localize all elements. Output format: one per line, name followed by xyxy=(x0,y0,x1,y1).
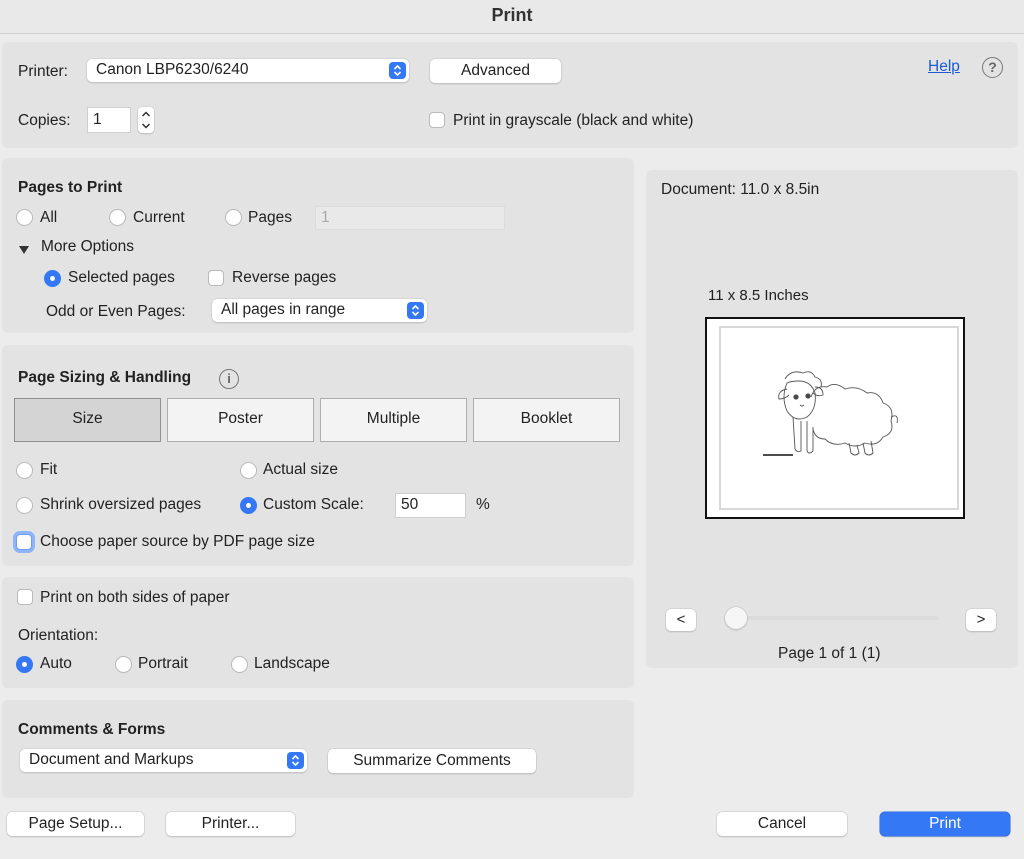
chevron-updown-icon xyxy=(389,62,406,79)
help-icon[interactable]: ? xyxy=(982,57,1003,78)
odd-even-label: Odd or Even Pages: xyxy=(46,303,186,320)
page-slider-track[interactable] xyxy=(727,616,939,620)
chevron-updown-icon xyxy=(287,752,304,769)
summarize-comments-button[interactable]: Summarize Comments xyxy=(328,749,536,773)
tab-poster[interactable]: Poster xyxy=(167,398,314,442)
radio-fit[interactable] xyxy=(16,462,33,479)
radio-selected-pages[interactable] xyxy=(44,270,61,287)
orientation-heading: Orientation: xyxy=(18,627,99,644)
prev-page-button[interactable]: < xyxy=(666,609,696,631)
printer-select-value: Canon LBP6230/6240 xyxy=(96,61,249,78)
grayscale-checkbox[interactable] xyxy=(429,112,445,128)
stepper-arrows-icon xyxy=(141,111,151,129)
printer-panel xyxy=(2,42,1018,148)
portrait-label: Portrait xyxy=(138,655,188,672)
radio-current[interactable] xyxy=(109,209,126,226)
printer-button[interactable]: Printer... xyxy=(166,812,295,836)
print-button[interactable]: Print xyxy=(880,812,1010,836)
next-page-button[interactable]: > xyxy=(966,609,996,631)
fit-label: Fit xyxy=(40,461,58,478)
comments-forms-select[interactable]: Document and Markups xyxy=(20,749,307,772)
duplex-label: Print on both sides of paper xyxy=(40,589,230,606)
auto-label: Auto xyxy=(40,655,72,672)
document-size-label: Document: 11.0 x 8.5in xyxy=(661,181,820,198)
paper-source-checkbox[interactable] xyxy=(16,534,32,550)
radio-portrait[interactable] xyxy=(115,656,132,673)
radio-all[interactable] xyxy=(16,209,33,226)
radio-custom-scale[interactable] xyxy=(240,497,257,514)
page-setup-button[interactable]: Page Setup... xyxy=(7,812,144,836)
reverse-pages-checkbox[interactable] xyxy=(208,270,224,286)
help-link[interactable]: Help xyxy=(928,57,960,77)
pages-range-input[interactable]: 1 xyxy=(315,206,505,230)
landscape-label: Landscape xyxy=(254,655,330,672)
custom-scale-label: Custom Scale: xyxy=(263,496,364,513)
custom-scale-input[interactable]: 50 xyxy=(395,493,466,518)
sheep-drawing xyxy=(763,371,898,456)
tab-booklet[interactable]: Booklet xyxy=(473,398,620,442)
page-sizing-heading: Page Sizing & Handling xyxy=(18,369,192,386)
page-slider-knob[interactable] xyxy=(725,607,747,629)
advanced-button[interactable]: Advanced xyxy=(430,59,561,83)
disclosure-triangle-icon[interactable] xyxy=(18,242,30,260)
page-indicator: Page 1 of 1 (1) xyxy=(778,645,881,662)
page-preview xyxy=(705,317,965,519)
grayscale-label: Print in grayscale (black and white) xyxy=(453,112,694,129)
duplex-checkbox[interactable] xyxy=(17,589,33,605)
printer-label: Printer: xyxy=(18,63,68,80)
actual-size-label: Actual size xyxy=(263,461,338,478)
radio-actual-size[interactable] xyxy=(240,462,257,479)
pages-to-print-heading: Pages to Print xyxy=(18,179,123,196)
odd-even-value: All pages in range xyxy=(221,301,346,318)
page-size-label: 11 x 8.5 Inches xyxy=(708,287,809,304)
tab-size[interactable]: Size xyxy=(14,398,161,442)
comments-forms-heading: Comments & Forms xyxy=(18,721,166,738)
radio-auto[interactable] xyxy=(16,656,33,673)
radio-pages[interactable] xyxy=(225,209,242,226)
comments-forms-value: Document and Markups xyxy=(29,751,194,768)
window-title: Print xyxy=(0,0,1024,34)
copies-label: Copies: xyxy=(18,112,71,129)
radio-current-label: Current xyxy=(133,209,185,226)
reverse-pages-label: Reverse pages xyxy=(232,269,337,286)
copies-stepper[interactable] xyxy=(138,107,154,133)
odd-even-select[interactable]: All pages in range xyxy=(212,299,427,322)
radio-shrink[interactable] xyxy=(16,497,33,514)
shrink-label: Shrink oversized pages xyxy=(40,496,202,513)
selected-pages-label: Selected pages xyxy=(68,269,175,286)
paper-source-label: Choose paper source by PDF page size xyxy=(40,533,315,550)
radio-pages-label: Pages xyxy=(248,209,292,226)
printer-select[interactable]: Canon LBP6230/6240 xyxy=(87,59,409,82)
cancel-button[interactable]: Cancel xyxy=(717,812,847,836)
tab-multiple[interactable]: Multiple xyxy=(320,398,467,442)
info-icon[interactable]: i xyxy=(219,369,239,389)
chevron-updown-icon xyxy=(407,302,424,319)
percent-label: % xyxy=(476,496,490,513)
copies-input[interactable]: 1 xyxy=(87,107,131,133)
radio-all-label: All xyxy=(40,209,58,226)
more-options-label[interactable]: More Options xyxy=(41,237,134,257)
radio-landscape[interactable] xyxy=(231,656,248,673)
